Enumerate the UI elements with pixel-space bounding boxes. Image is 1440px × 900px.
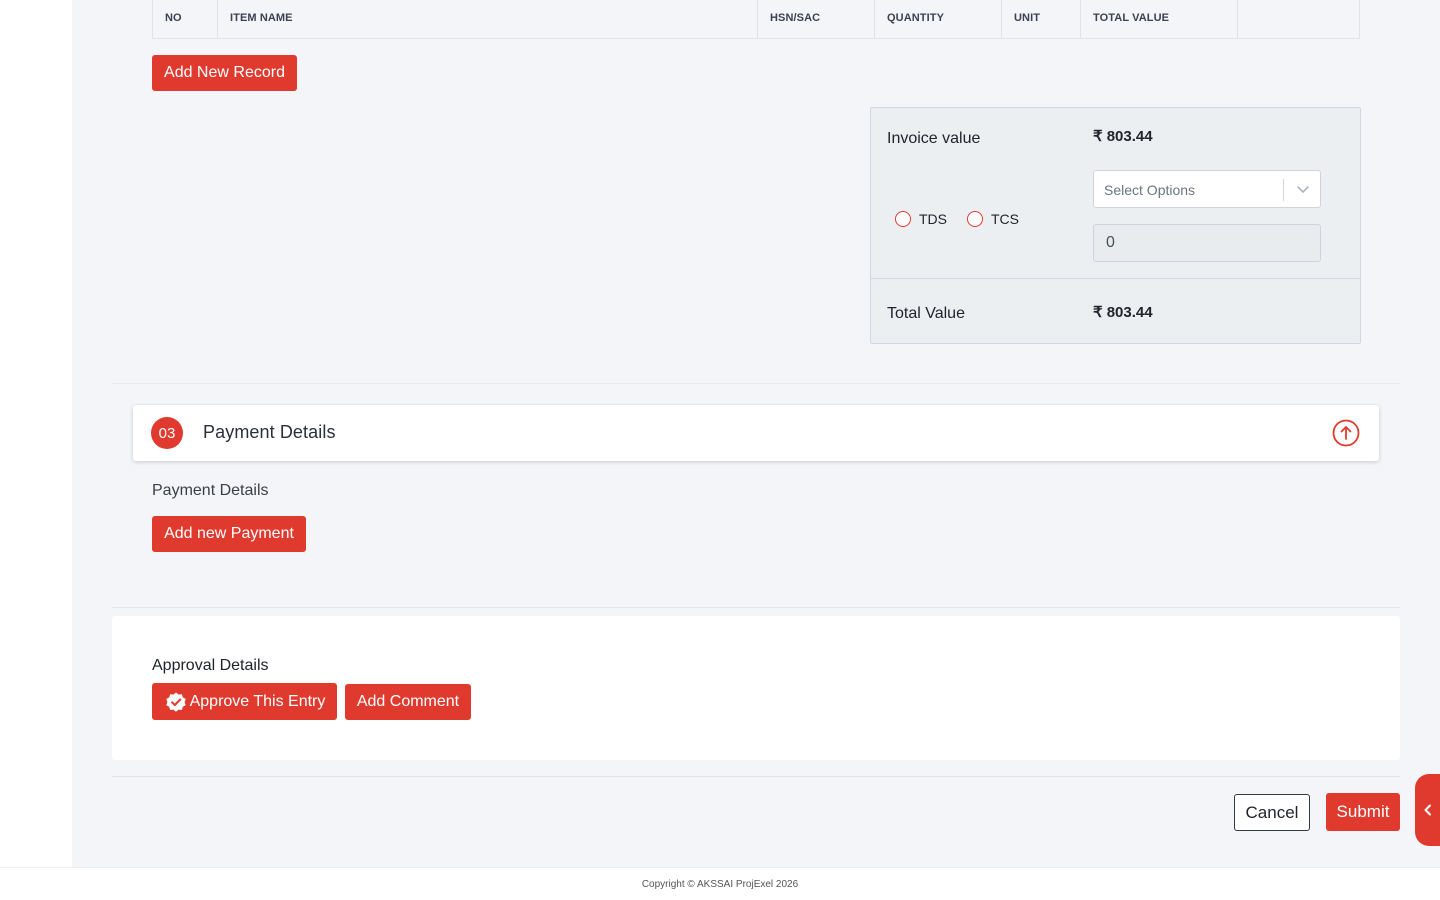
add-comment-button[interactable]: Add Comment	[345, 684, 471, 720]
column-header-quantity: QUANTITY	[875, 0, 1002, 38]
collapse-arrow-up-icon[interactable]	[1332, 419, 1360, 447]
tcs-option[interactable]: TCS	[967, 211, 1019, 227]
total-value-label: Total Value	[887, 305, 965, 322]
tcs-label: TCS	[991, 211, 1019, 227]
tax-options-select[interactable]: Select Options	[1093, 170, 1321, 208]
invoice-value-label: Invoice value	[887, 130, 981, 147]
summary-divider	[871, 278, 1360, 279]
items-table-header: NO ITEM NAME HSN/SAC QUANTITY UNIT TOTAL…	[152, 0, 1360, 39]
payment-section-header[interactable]: 03 Payment Details	[133, 405, 1379, 461]
add-new-payment-button[interactable]: Add new Payment	[152, 516, 306, 552]
tcs-radio[interactable]	[967, 211, 983, 227]
side-panel-toggle[interactable]	[1415, 774, 1440, 846]
cancel-button[interactable]: Cancel	[1234, 794, 1310, 831]
left-sidebar-rail	[0, 0, 72, 867]
verified-badge-icon	[165, 692, 186, 712]
tax-amount-input[interactable]	[1093, 224, 1321, 262]
footer-divider	[112, 776, 1400, 777]
invoice-value-amount: ₹ 803.44	[1093, 128, 1153, 145]
tds-radio[interactable]	[895, 211, 911, 227]
invoice-summary-box: Invoice value ₹ 803.44 TDS TCS Select Op…	[870, 107, 1361, 344]
payment-details-label: Payment Details	[152, 482, 269, 499]
chevron-left-icon	[1424, 804, 1431, 816]
column-header-item-name: ITEM NAME	[218, 0, 758, 38]
add-new-record-button[interactable]: Add New Record	[152, 55, 297, 91]
tax-type-radio-group: TDS TCS	[895, 211, 1039, 227]
submit-button[interactable]: Submit	[1326, 793, 1400, 831]
approve-entry-button[interactable]: Approve This Entry	[152, 683, 337, 720]
column-header-hsn-sac: HSN/SAC	[758, 0, 875, 38]
column-header-unit: UNIT	[1002, 0, 1081, 38]
tds-label: TDS	[919, 211, 947, 227]
payment-section-title: Payment Details	[203, 422, 336, 442]
column-header-total-value: TOTAL VALUE	[1081, 0, 1238, 38]
step-number-badge: 03	[151, 417, 183, 449]
chevron-down-icon[interactable]	[1295, 181, 1311, 197]
tds-option[interactable]: TDS	[895, 211, 947, 227]
select-separator	[1283, 179, 1284, 201]
approval-details-label: Approval Details	[152, 657, 269, 674]
approve-entry-label: Approve This Entry	[189, 692, 326, 710]
select-placeholder: Select Options	[1104, 182, 1196, 198]
column-header-actions	[1238, 0, 1359, 38]
copyright-footer: Copyright © AKSSAI ProjExel 2026	[0, 867, 1440, 900]
total-value-amount: ₹ 803.44	[1093, 304, 1153, 321]
column-header-no: NO	[153, 0, 218, 38]
